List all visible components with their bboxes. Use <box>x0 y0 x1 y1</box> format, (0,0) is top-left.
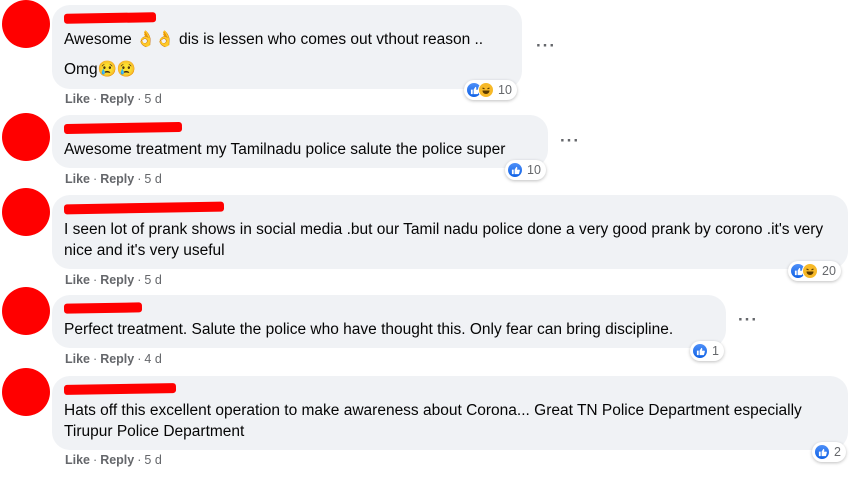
reaction-count: 20 <box>822 264 836 278</box>
comment-text: Awesome treatment my Tamilnadu police sa… <box>64 139 536 160</box>
timestamp[interactable]: 5 d <box>144 92 161 106</box>
comment-text-line: Hats off this excellent operation to mak… <box>64 402 802 440</box>
redacted-author-name[interactable] <box>63 383 177 395</box>
comment-text: Hats off this excellent operation to mak… <box>64 400 836 442</box>
like-button[interactable]: Like <box>65 172 90 186</box>
comment-text: I seen lot of prank shows in social medi… <box>64 219 836 261</box>
separator: · <box>93 352 98 366</box>
separator: · <box>93 453 98 467</box>
reply-button[interactable]: Reply <box>100 92 134 106</box>
comment-text-line: Perfect treatment. Salute the police who… <box>64 321 674 338</box>
more-options-button[interactable]: ··· <box>738 310 758 330</box>
avatar[interactable] <box>2 188 50 236</box>
comment-actions: Like · Reply · 5 d <box>65 453 162 467</box>
reaction-count: 1 <box>712 344 719 358</box>
like-icon <box>692 343 708 359</box>
reply-button[interactable]: Reply <box>100 453 134 467</box>
comment-text-line: Awesome 👌👌 dis is lessen who comes out v… <box>64 31 484 48</box>
comment-bubble: Awesome 👌👌 dis is lessen who comes out v… <box>52 5 522 89</box>
reaction-count: 10 <box>527 163 541 177</box>
separator: · <box>137 352 142 366</box>
reactions-summary[interactable]: 10 <box>505 160 546 180</box>
redacted-author-name[interactable] <box>63 201 225 215</box>
more-options-button[interactable]: ··· <box>560 131 580 151</box>
like-icon <box>814 444 830 460</box>
haha-icon <box>802 263 818 279</box>
redacted-author-name[interactable] <box>63 121 183 135</box>
haha-icon <box>478 82 494 98</box>
comment-actions: Like · Reply · 5 d <box>65 273 162 287</box>
avatar[interactable] <box>2 368 50 416</box>
comment-text-line: Awesome treatment my Tamilnadu police sa… <box>64 141 506 158</box>
reactions-summary[interactable]: 20 <box>788 261 841 281</box>
avatar[interactable] <box>2 0 50 48</box>
comment-actions: Like · Reply · 5 d <box>65 172 162 186</box>
timestamp[interactable]: 5 d <box>144 172 161 186</box>
avatar[interactable] <box>2 287 50 335</box>
reaction-count: 10 <box>498 83 512 97</box>
comment-actions: Like · Reply · 5 d <box>65 92 162 106</box>
timestamp[interactable]: 5 d <box>144 453 161 467</box>
comment-bubble: Awesome treatment my Tamilnadu police sa… <box>52 115 548 168</box>
timestamp[interactable]: 4 d <box>144 352 161 366</box>
like-button[interactable]: Like <box>65 273 90 287</box>
separator: · <box>137 92 142 106</box>
comment-text-line: I seen lot of prank shows in social medi… <box>64 221 824 259</box>
reply-button[interactable]: Reply <box>100 352 134 366</box>
reactions-summary[interactable]: 10 <box>464 80 517 100</box>
like-icon <box>507 162 523 178</box>
comment-bubble: Hats off this excellent operation to mak… <box>52 376 848 450</box>
like-button[interactable]: Like <box>65 453 90 467</box>
timestamp[interactable]: 5 d <box>144 273 161 287</box>
comment-bubble: Perfect treatment. Salute the police who… <box>52 295 726 348</box>
comment-text: Perfect treatment. Salute the police who… <box>64 319 714 340</box>
separator: · <box>137 172 142 186</box>
avatar[interactable] <box>2 113 50 161</box>
comment-text: Awesome 👌👌 dis is lessen who comes out v… <box>64 29 510 80</box>
redacted-author-name[interactable] <box>63 12 157 24</box>
comment-actions: Like · Reply · 4 d <box>65 352 162 366</box>
like-button[interactable]: Like <box>65 92 90 106</box>
reaction-count: 2 <box>834 445 841 459</box>
reply-button[interactable]: Reply <box>100 172 134 186</box>
separator: · <box>93 273 98 287</box>
like-button[interactable]: Like <box>65 352 90 366</box>
more-options-button[interactable]: ··· <box>536 36 556 56</box>
comment-text-line: Omg😢😢 <box>64 61 137 78</box>
separator: · <box>93 92 98 106</box>
reactions-summary[interactable]: 2 <box>812 442 846 462</box>
redacted-author-name[interactable] <box>63 302 143 314</box>
reactions-summary[interactable]: 1 <box>690 341 724 361</box>
separator: · <box>137 453 142 467</box>
separator: · <box>93 172 98 186</box>
reply-button[interactable]: Reply <box>100 273 134 287</box>
separator: · <box>137 273 142 287</box>
comment-bubble: I seen lot of prank shows in social medi… <box>52 195 848 269</box>
